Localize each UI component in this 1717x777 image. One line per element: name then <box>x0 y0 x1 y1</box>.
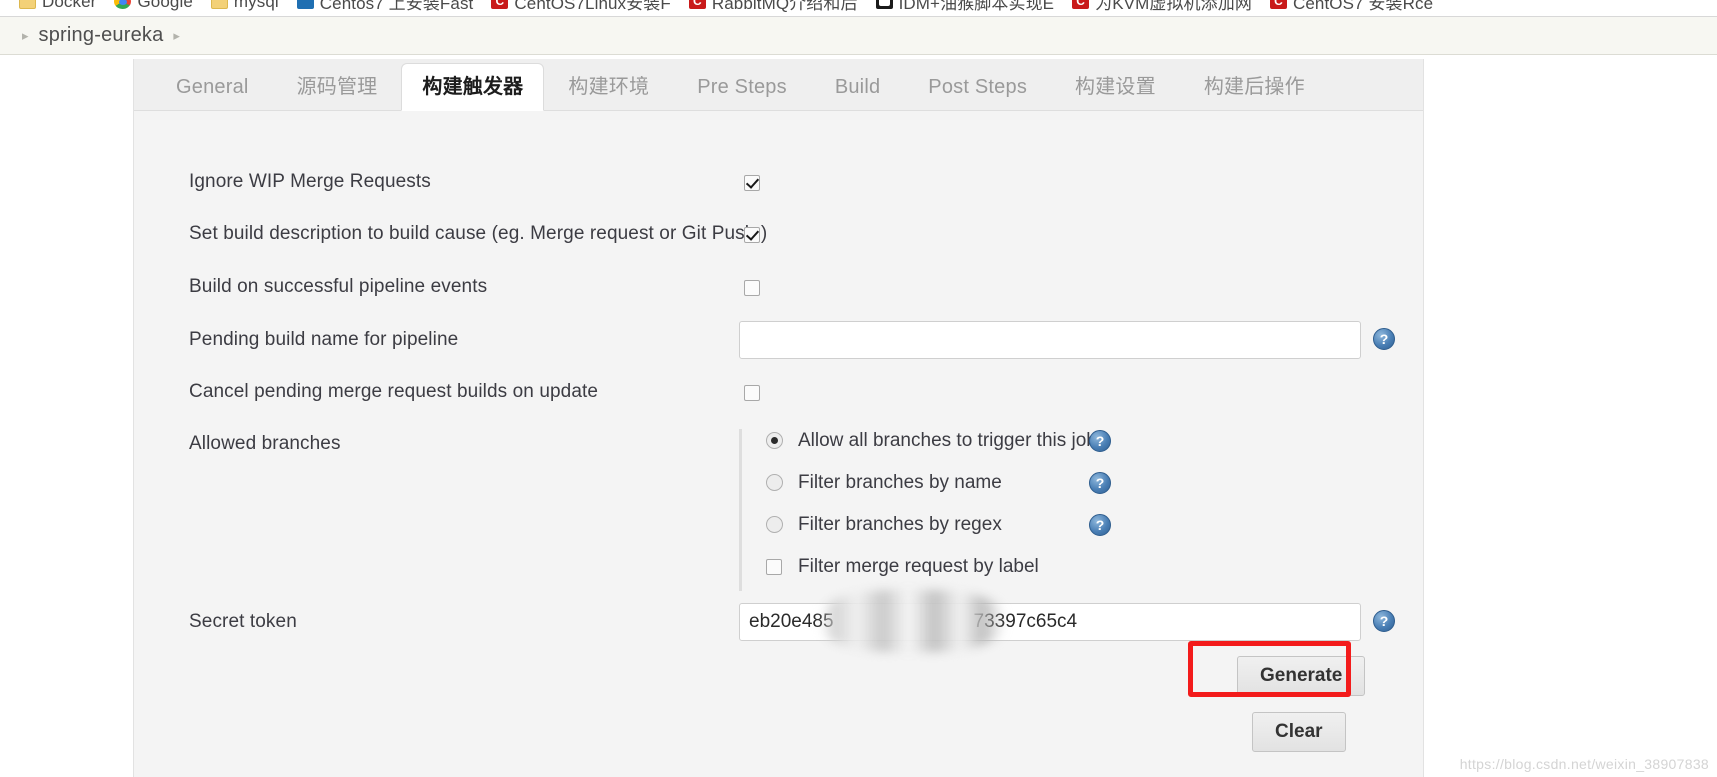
right-gutter <box>1424 59 1717 777</box>
chrome-icon <box>114 0 132 9</box>
browser-bookmark-bar: Docker Google mysql Centos7 上安装Fast Cent… <box>0 0 1717 17</box>
bookmark-label: CentOS7 安装Rce <box>1292 0 1434 13</box>
radio-filter-by-regex[interactable] <box>766 516 783 533</box>
csdn-icon <box>1072 0 1090 9</box>
bookmark-item[interactable]: CentOS7Linux安装F <box>482 0 679 16</box>
tab-scm[interactable]: 源码管理 <box>273 77 402 110</box>
checkbox-build-on-pipeline[interactable] <box>744 280 760 296</box>
folder-icon <box>210 0 228 9</box>
tab-build-settings[interactable]: 构建设置 <box>1051 77 1180 110</box>
radio-allow-all-branches[interactable] <box>766 432 783 449</box>
help-icon[interactable] <box>1089 514 1111 536</box>
generate-button[interactable]: Generate <box>1237 656 1366 696</box>
bookmark-item[interactable]: mysql <box>202 0 288 15</box>
bookmark-label: 为KVM虚拟机添加网 <box>1095 0 1252 13</box>
blue-doc-icon <box>296 0 314 9</box>
label-filter-merge-request-by-label: Filter merge request by label <box>798 556 1039 577</box>
tab-pre-steps[interactable]: Pre Steps <box>673 77 811 110</box>
chevron-right-icon[interactable]: ▸ <box>163 28 190 44</box>
watermark: https://blog.csdn.net/weixin_38907838 <box>1459 756 1709 772</box>
label-cancel-pending: Cancel pending merge request builds on u… <box>189 381 599 402</box>
label-pending-build-name: Pending build name for pipeline <box>189 329 459 350</box>
label-filter-by-regex: Filter branches by regex <box>798 514 1002 535</box>
bookmark-label: Centos7 上安装Fast <box>319 0 474 13</box>
label-filter-by-name: Filter branches by name <box>798 472 1002 493</box>
dark-icon <box>875 0 893 9</box>
label-set-build-description: Set build description to build cause (eg… <box>189 223 768 244</box>
secret-token-blur-overlay <box>820 590 1005 652</box>
bookmark-label: RabbitMQ介绍和后 <box>711 0 858 13</box>
clear-button[interactable]: Clear <box>1252 712 1346 752</box>
tab-general[interactable]: General <box>152 77 273 110</box>
pending-build-name-input[interactable] <box>739 321 1361 359</box>
bookmark-label: IDM+油猴脚本实现E <box>898 0 1055 13</box>
help-icon[interactable] <box>1089 430 1111 452</box>
bookmark-label: Docker <box>42 0 97 11</box>
folder-icon <box>19 0 36 9</box>
tab-build-triggers[interactable]: 构建触发器 <box>401 63 545 111</box>
label-ignore-wip: Ignore WIP Merge Requests <box>189 171 431 192</box>
help-icon[interactable] <box>1373 328 1395 350</box>
checkbox-ignore-wip[interactable] <box>744 175 760 191</box>
checkbox-filter-merge-request-by-label[interactable] <box>766 559 782 575</box>
checkbox-cancel-pending[interactable] <box>744 385 760 401</box>
label-build-on-pipeline: Build on successful pipeline events <box>189 276 488 297</box>
config-tab-bar: General 源码管理 构建触发器 构建环境 Pre Steps Build … <box>134 59 1423 111</box>
breadcrumb: ▸ spring-eureka ▸ <box>0 17 1717 55</box>
build-triggers-form: Ignore WIP Merge Requests Set build desc… <box>134 111 1423 777</box>
bookmark-item[interactable]: 为KVM虚拟机添加网 <box>1063 0 1261 16</box>
label-secret-token: Secret token <box>189 611 297 632</box>
job-config-panel: General 源码管理 构建触发器 构建环境 Pre Steps Build … <box>133 59 1424 777</box>
allowed-branches-options: Allow all branches to trigger this job F… <box>739 429 1111 591</box>
csdn-icon <box>491 0 509 9</box>
bookmark-strip: Docker Google mysql Centos7 上安装Fast Cent… <box>10 0 1442 16</box>
screen: Docker Google mysql Centos7 上安装Fast Cent… <box>0 0 1717 777</box>
bookmark-item[interactable]: Docker <box>10 0 105 15</box>
bookmark-item[interactable]: IDM+油猴脚本实现E <box>867 0 1064 16</box>
bookmark-item[interactable]: Centos7 上安装Fast <box>288 0 483 16</box>
csdn-icon <box>688 0 706 9</box>
label-allowed-branches: Allowed branches <box>189 433 341 454</box>
help-icon[interactable] <box>1373 610 1395 632</box>
bookmark-item[interactable]: CentOS7 安装Rce <box>1261 0 1442 16</box>
bookmark-label: Google <box>137 0 193 11</box>
tab-build[interactable]: Build <box>811 77 904 110</box>
csdn-icon <box>1269 0 1287 9</box>
checkbox-set-build-description[interactable] <box>744 227 760 243</box>
bookmark-item[interactable]: Google <box>105 0 201 15</box>
label-allow-all-branches: Allow all branches to trigger this job <box>798 430 1097 451</box>
bookmark-label: mysql <box>233 0 279 11</box>
bookmark-label: CentOS7Linux安装F <box>514 0 671 13</box>
chevron-right-icon: ▸ <box>22 27 29 43</box>
help-icon[interactable] <box>1089 472 1111 494</box>
left-gutter <box>0 55 133 777</box>
tab-post-build[interactable]: 构建后操作 <box>1180 77 1329 110</box>
bookmark-item[interactable]: RabbitMQ介绍和后 <box>680 0 867 16</box>
breadcrumb-item-project[interactable]: spring-eureka <box>39 24 164 47</box>
tab-build-env[interactable]: 构建环境 <box>544 77 673 110</box>
radio-filter-by-name[interactable] <box>766 474 783 491</box>
tab-post-steps[interactable]: Post Steps <box>904 77 1051 110</box>
